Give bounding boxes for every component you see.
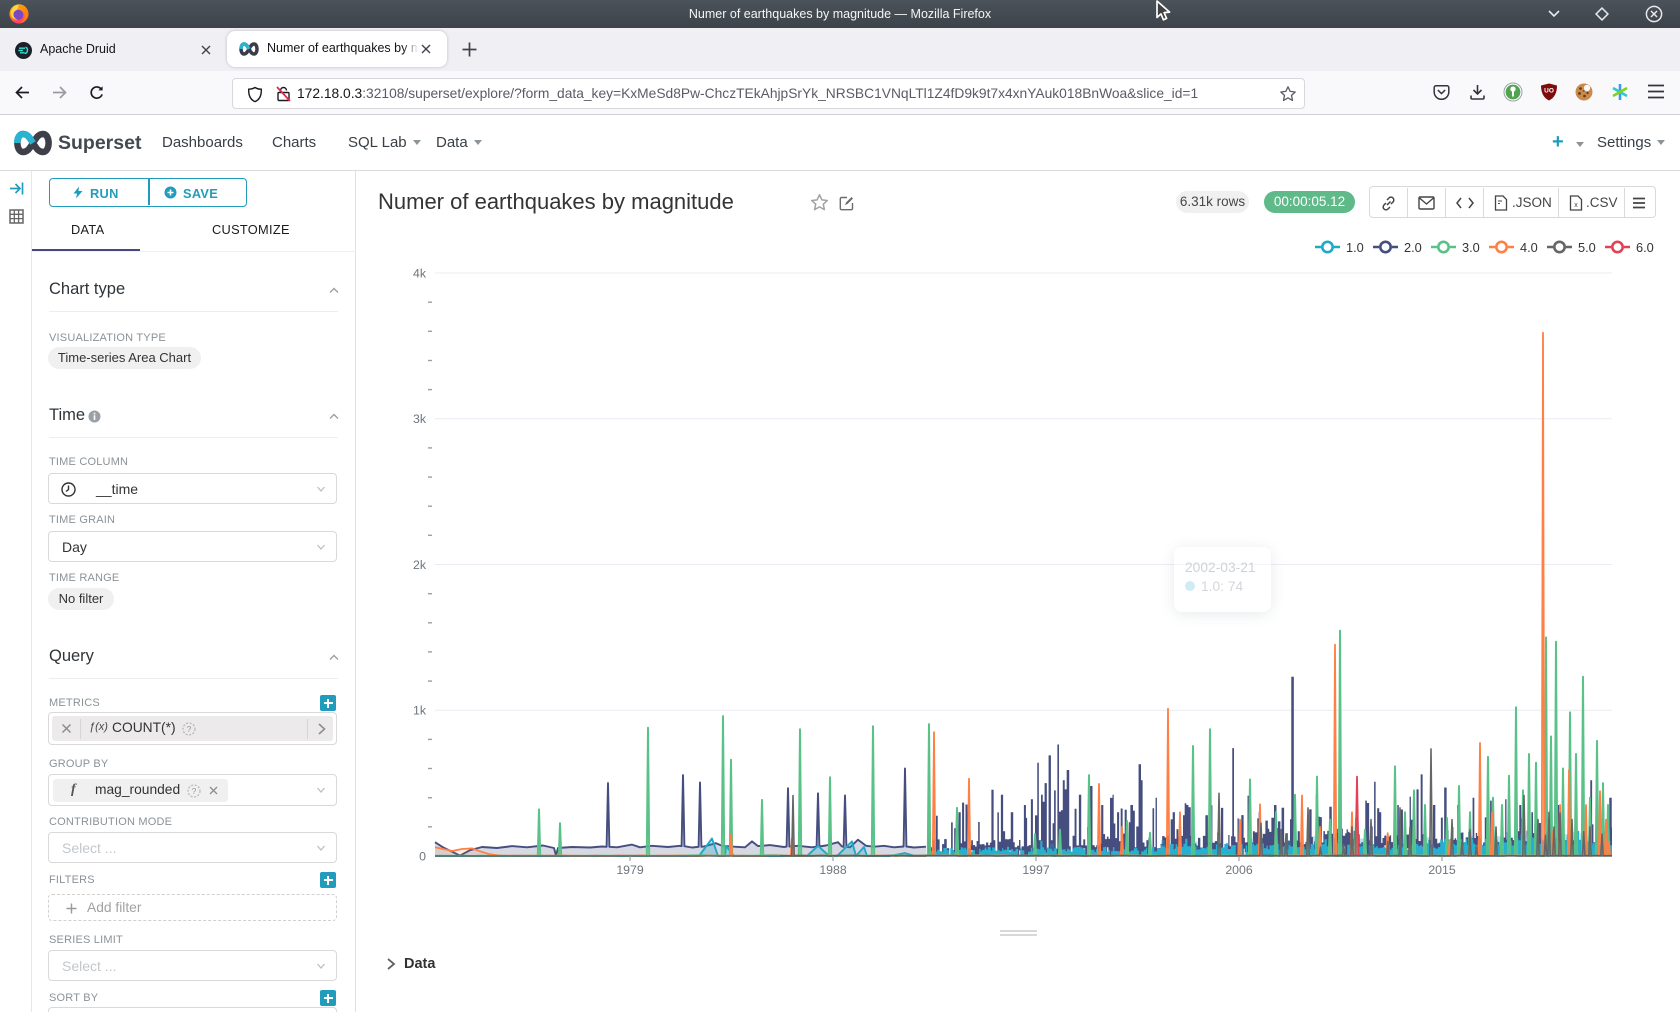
svg-text:2006: 2006 <box>1225 863 1253 877</box>
svg-text:1979: 1979 <box>616 863 644 877</box>
svg-text:0: 0 <box>419 849 426 863</box>
svg-text:3k: 3k <box>413 412 427 426</box>
svg-text:2k: 2k <box>413 558 427 572</box>
svg-text:1k: 1k <box>413 704 427 718</box>
svg-text:1997: 1997 <box>1022 863 1050 877</box>
svg-text:1988: 1988 <box>819 863 847 877</box>
svg-text:2015: 2015 <box>1428 863 1456 877</box>
svg-text:4k: 4k <box>413 266 427 280</box>
